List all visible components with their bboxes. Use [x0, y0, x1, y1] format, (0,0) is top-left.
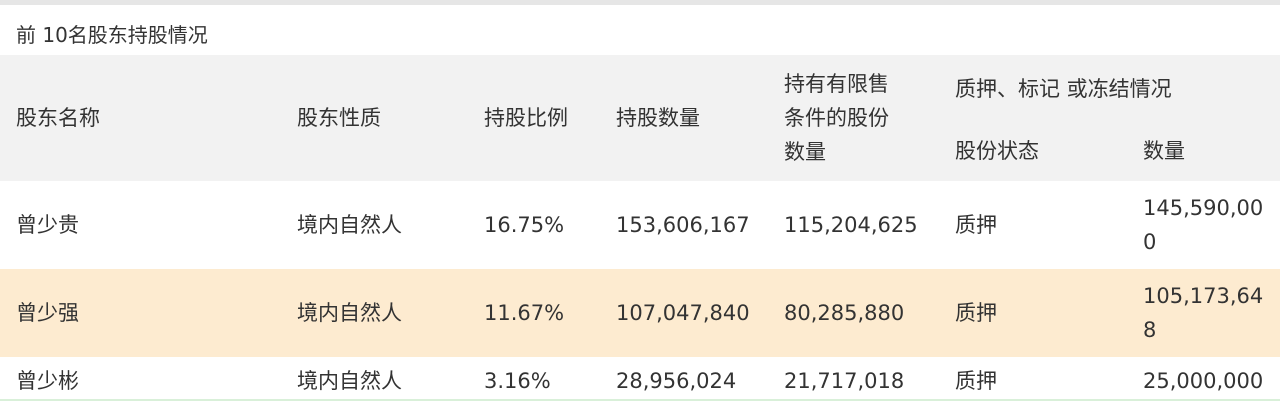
cell-quantity: 28,956,024 [616, 369, 737, 393]
header-ratio: 持股比例 [484, 106, 568, 130]
cell-name: 曾少贵 [16, 213, 79, 237]
cell-ratio: 11.67% [484, 301, 565, 325]
cell-restricted: 115,204,625 [784, 213, 918, 237]
cell-restricted: 21,717,018 [784, 369, 905, 393]
cell-nature: 境内自然人 [297, 213, 402, 237]
table-title: 前 10名股东持股情况 [16, 23, 208, 47]
table-row: 曾少彬 境内自然人 3.16% 28,956,024 21,717,018 质押… [0, 357, 1280, 393]
cell-status: 质押 [955, 213, 997, 237]
header-restricted-line2: 条件的股份 [784, 106, 889, 130]
cell-pledged: 25,000,000 [1143, 369, 1264, 393]
cell-quantity: 107,047,840 [616, 301, 750, 325]
header-restricted-line3: 数量 [784, 140, 826, 164]
cell-nature: 境内自然人 [297, 301, 402, 325]
header-restricted-line1: 持有有限售 [784, 72, 889, 96]
header-pledge-group: 质押、标记 或冻结情况 [955, 77, 1172, 101]
cell-restricted: 80,285,880 [784, 301, 905, 325]
cell-quantity: 153,606,167 [616, 213, 750, 237]
table-header: 股东名称 股东性质 持股比例 持股数量 持有有限售 条件的股份 数量 质押、标记… [0, 55, 1280, 181]
header-pledge-quantity: 数量 [1143, 139, 1185, 163]
table-row: 曾少贵 境内自然人 16.75% 153,606,167 115,204,625… [0, 181, 1280, 269]
cell-nature: 境内自然人 [297, 369, 402, 393]
cell-pledged: 145,590,000 [1143, 196, 1264, 254]
header-name: 股东名称 [16, 106, 100, 130]
table-title-bar: 前 10名股东持股情况 [0, 5, 1280, 55]
cell-name: 曾少强 [16, 301, 79, 325]
table-row: 曾少强 境内自然人 11.67% 107,047,840 80,285,880 … [0, 269, 1280, 357]
cell-pledged: 105,173,648 [1143, 284, 1264, 342]
cell-ratio: 3.16% [484, 369, 551, 393]
header-quantity: 持股数量 [616, 106, 700, 130]
cell-status: 质押 [955, 369, 997, 393]
cell-ratio: 16.75% [484, 213, 565, 237]
header-share-status: 股份状态 [955, 139, 1039, 163]
cell-status: 质押 [955, 301, 997, 325]
header-nature: 股东性质 [297, 106, 381, 130]
shareholder-table-section: 前 10名股东持股情况 股东名称 股东性质 持股比例 持股数量 持有有限售 条件… [0, 0, 1280, 401]
cell-name: 曾少彬 [16, 369, 79, 393]
